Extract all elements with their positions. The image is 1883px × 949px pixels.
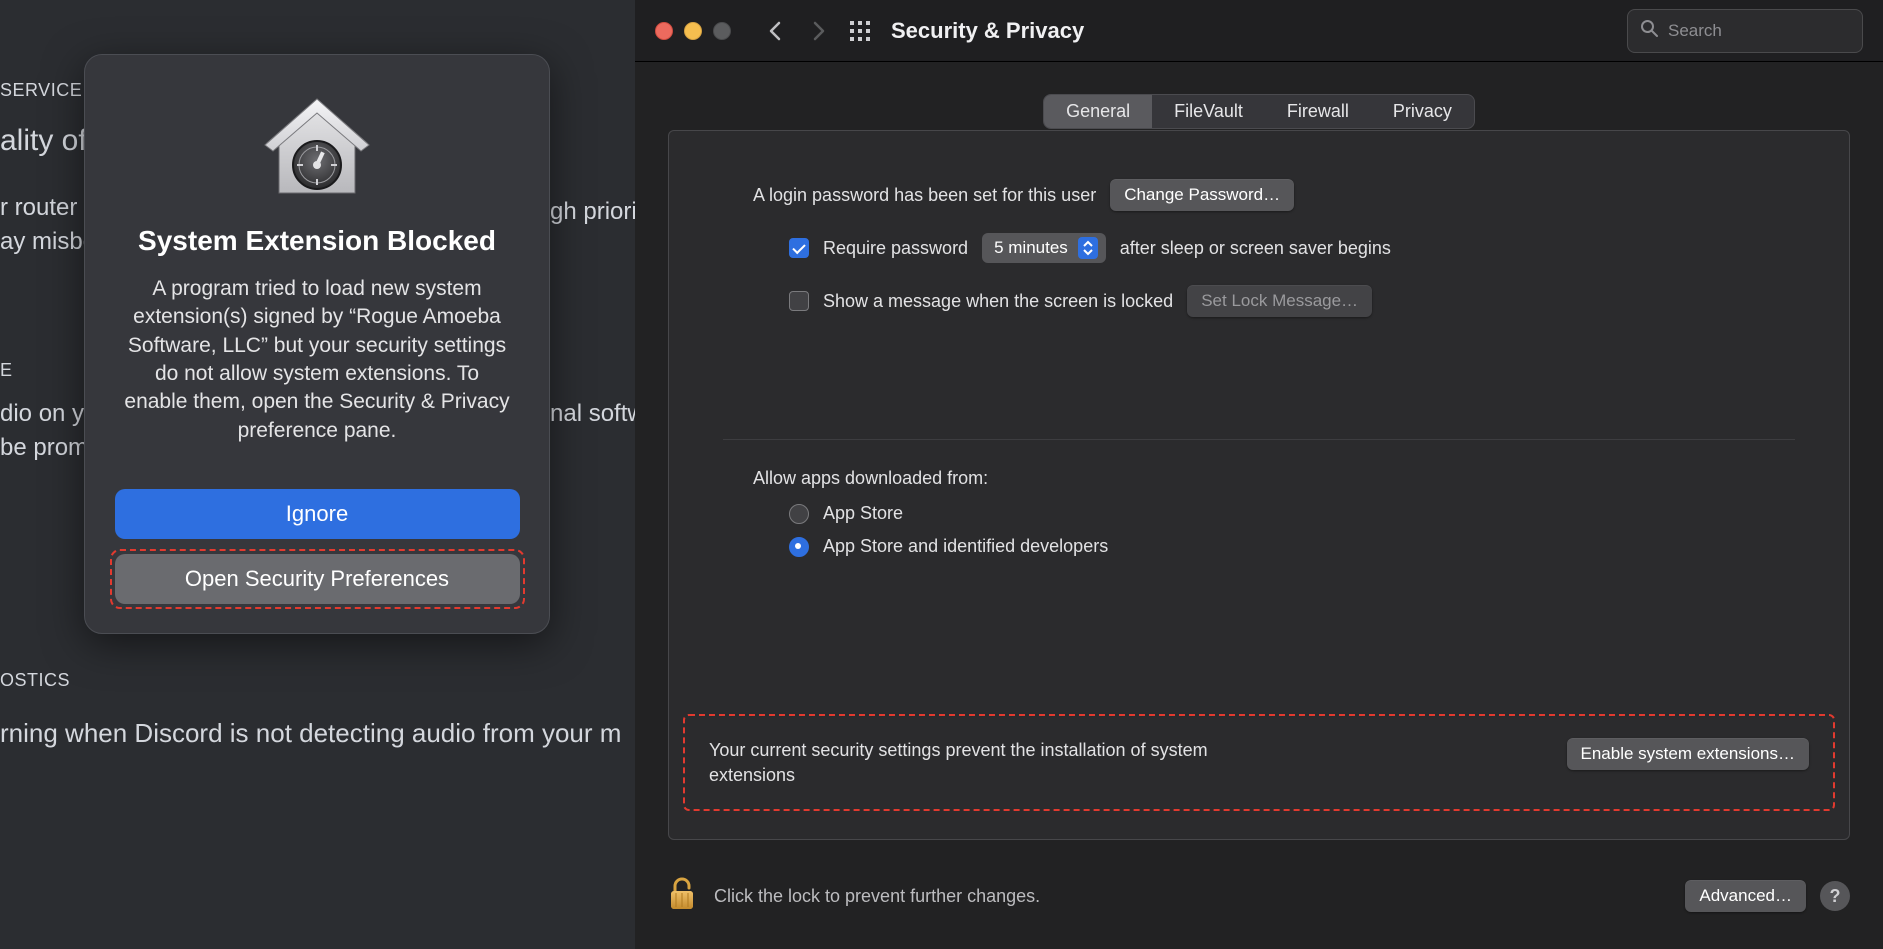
search-field[interactable] — [1627, 9, 1863, 53]
tab-filevault[interactable]: FileVault — [1152, 95, 1265, 128]
panel-footer: Click the lock to prevent further change… — [668, 871, 1850, 921]
window-title: Security & Privacy — [891, 18, 1084, 44]
change-password-button[interactable]: Change Password… — [1110, 179, 1294, 211]
bg-heading-service: SERVICE — [0, 80, 82, 101]
window-controls — [655, 22, 731, 40]
updown-icon — [1078, 237, 1098, 259]
sheet-body: A program tried to load new system exten… — [115, 275, 519, 445]
ignore-button[interactable]: Ignore — [115, 489, 520, 539]
system-preferences-window: Security & Privacy General FileVault Fir… — [635, 0, 1883, 949]
tab-general[interactable]: General — [1044, 95, 1152, 128]
tab-bar: General FileVault Firewall Privacy — [635, 94, 1883, 129]
set-lock-message-button[interactable]: Set Lock Message… — [1187, 285, 1372, 317]
titlebar: Security & Privacy — [635, 0, 1883, 62]
search-icon — [1640, 19, 1658, 42]
bg-line: dio on y — [0, 400, 84, 428]
radio-identified-label: App Store and identified developers — [823, 536, 1108, 557]
open-security-preferences-button[interactable]: Open Security Preferences — [115, 554, 520, 604]
allow-apps-heading: Allow apps downloaded from: — [753, 468, 988, 489]
sheet-title: System Extension Blocked — [138, 225, 496, 257]
back-button[interactable] — [761, 17, 789, 45]
after-sleep-label: after sleep or screen saver begins — [1120, 238, 1391, 259]
help-button[interactable]: ? — [1820, 881, 1850, 911]
lock-icon[interactable] — [668, 877, 696, 916]
bg-line: ay misbe — [0, 228, 96, 256]
bg-line: r router t — [0, 194, 91, 222]
radio-identified-developers[interactable] — [789, 537, 809, 557]
minimize-window-button[interactable] — [684, 22, 702, 40]
radio-app-store[interactable] — [789, 504, 809, 524]
show-lock-message-checkbox[interactable] — [789, 291, 809, 311]
discord-background: SERVICE ality of S r router t ay misbe g… — [0, 0, 635, 949]
general-panel: A login password has been set for this u… — [668, 130, 1850, 840]
show-all-icon[interactable] — [849, 20, 871, 42]
zoom-window-button[interactable] — [713, 22, 731, 40]
divider — [723, 439, 1795, 440]
bg-line: gh priori — [550, 198, 635, 226]
advanced-button[interactable]: Advanced… — [1685, 880, 1806, 912]
bg-line: rning when Discord is not detecting audi… — [0, 718, 621, 749]
password-delay-select[interactable]: 5 minutes — [982, 233, 1106, 263]
forward-button[interactable] — [805, 17, 833, 45]
require-password-checkbox[interactable] — [789, 238, 809, 258]
close-window-button[interactable] — [655, 22, 673, 40]
system-extension-blocked-sheet: System Extension Blocked A program tried… — [84, 54, 550, 634]
radio-app-store-label: App Store — [823, 503, 903, 524]
show-lock-message-label: Show a message when the screen is locked — [823, 291, 1173, 312]
system-extensions-notice: Your current security settings prevent t… — [683, 714, 1835, 811]
tab-privacy[interactable]: Privacy — [1371, 95, 1474, 128]
lock-message: Click the lock to prevent further change… — [714, 886, 1040, 907]
tab-firewall[interactable]: Firewall — [1265, 95, 1371, 128]
enable-system-extensions-button[interactable]: Enable system extensions… — [1567, 738, 1810, 770]
bg-heading-e: E — [0, 360, 13, 381]
bg-line: nal softw — [550, 400, 635, 428]
bg-line: be prom — [0, 434, 88, 462]
require-password-label: Require password — [823, 238, 968, 259]
search-input[interactable] — [1666, 20, 1850, 42]
notice-message: Your current security settings prevent t… — [709, 738, 1229, 787]
bg-heading-diagnostics: OSTICS — [0, 670, 70, 691]
password-delay-value: 5 minutes — [994, 238, 1068, 258]
login-password-label: A login password has been set for this u… — [753, 185, 1096, 206]
security-house-icon — [263, 95, 371, 203]
